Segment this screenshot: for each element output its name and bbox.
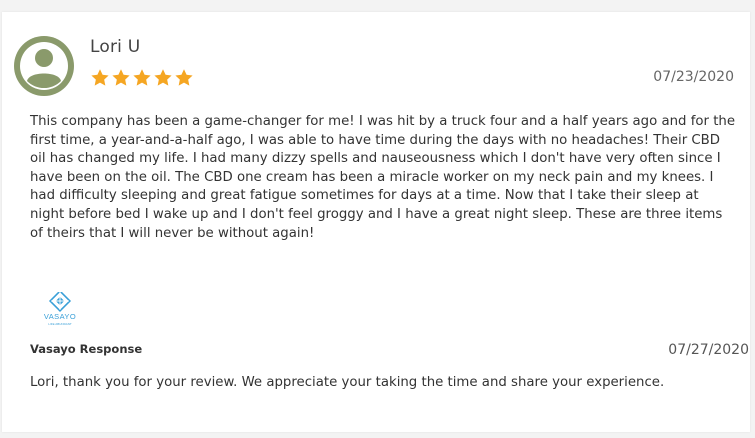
star-icon xyxy=(112,69,130,86)
star-icon xyxy=(175,69,193,86)
review-text: This company has been a game-changer for… xyxy=(30,114,736,241)
response-author: Vasayo Response xyxy=(30,342,143,356)
vasayo-logo-text: VASAYO xyxy=(44,312,76,321)
review-card: Lori U 07/23/2020 This company has been … xyxy=(2,12,750,432)
user-avatar-icon xyxy=(14,36,74,96)
response-date: 07/27/2020 xyxy=(668,342,749,358)
response-text: Lori, thank you for your review. We appr… xyxy=(30,375,665,390)
star-icon xyxy=(91,69,109,86)
vasayo-logo-tagline: LIFE ABUNDANT xyxy=(48,322,72,326)
reviewer-name: Lori U xyxy=(90,37,141,57)
review-date: 07/23/2020 xyxy=(653,69,734,85)
star-icon xyxy=(154,69,172,86)
star-icon xyxy=(133,69,151,86)
vasayo-logo: VASAYO LIFE ABUNDANT xyxy=(44,292,76,326)
vasayo-logo-mark xyxy=(48,292,72,313)
star-rating xyxy=(90,68,194,88)
